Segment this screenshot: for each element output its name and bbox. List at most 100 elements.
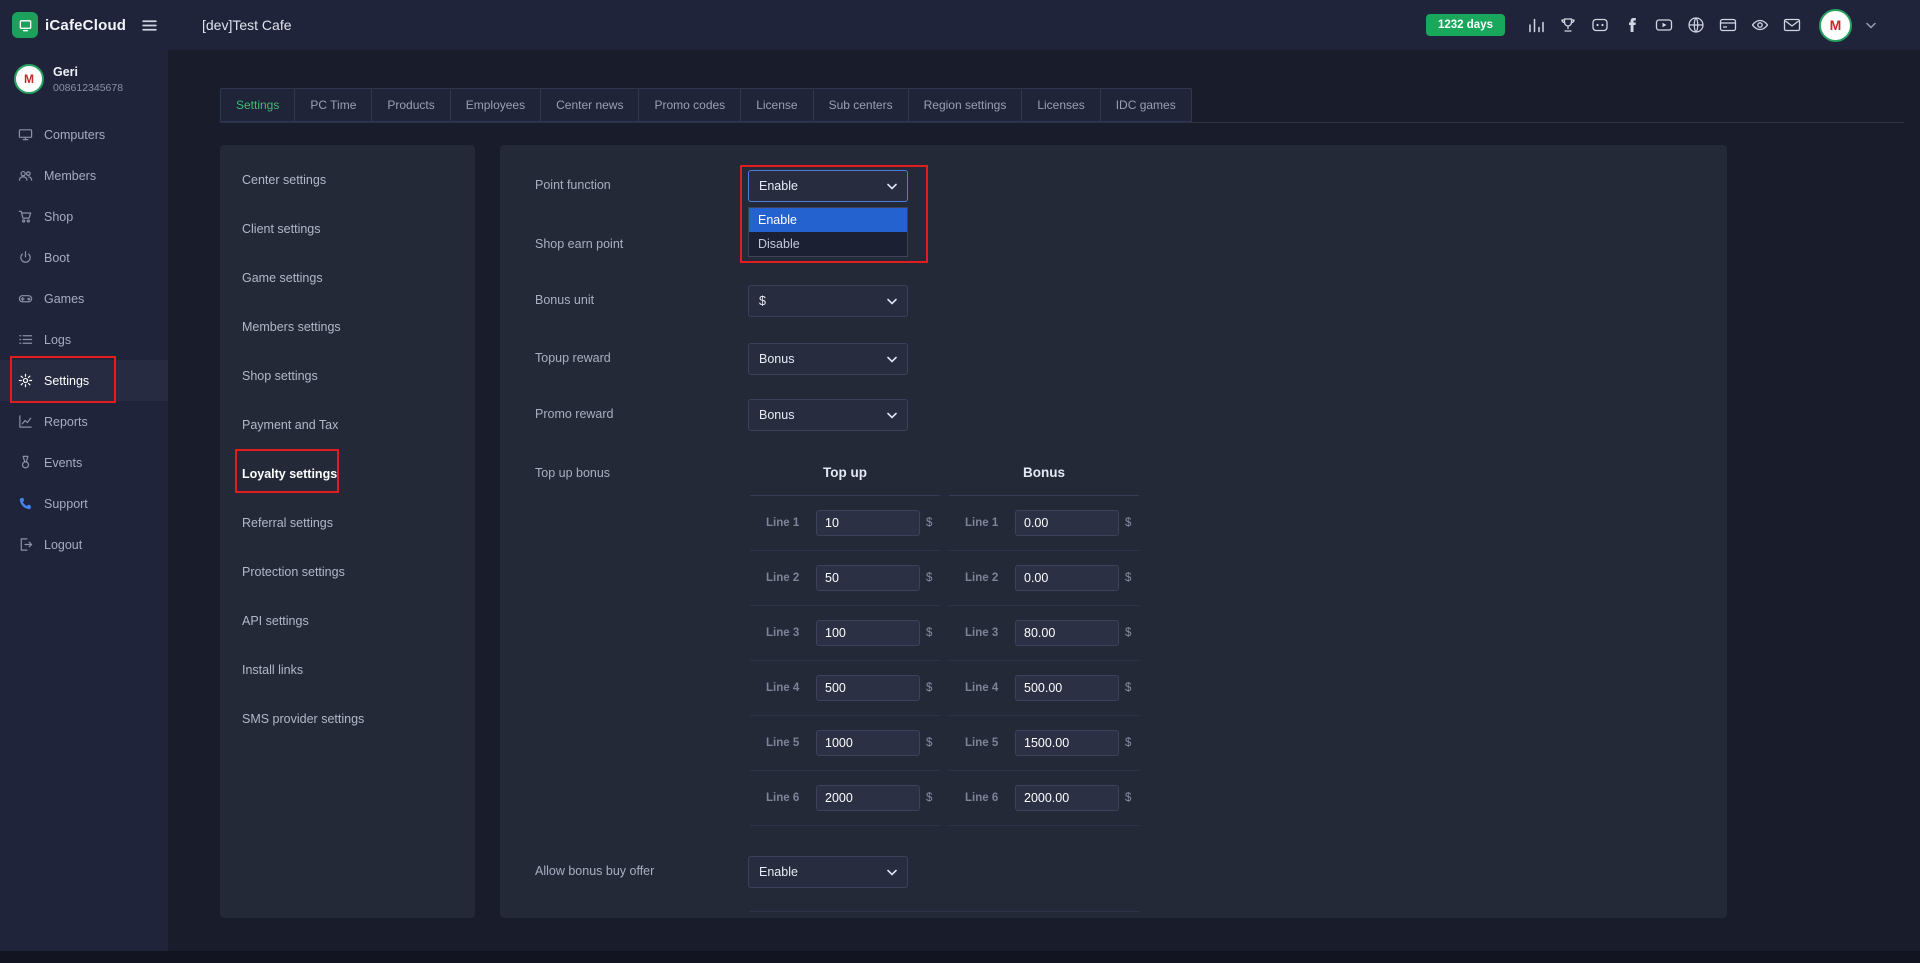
- sidebar-item-shop[interactable]: Shop: [0, 196, 168, 237]
- tab-center-news[interactable]: Center news: [540, 88, 639, 122]
- mail-icon[interactable]: [1783, 16, 1801, 34]
- sidebar-nav: Computers Members Shop Boot Games Logs S…: [0, 114, 168, 565]
- settings-nav-client-settings[interactable]: Client settings: [220, 204, 475, 253]
- currency-suffix: $: [1125, 517, 1131, 529]
- tab-promo-codes[interactable]: Promo codes: [638, 88, 741, 122]
- tab-license[interactable]: License: [740, 88, 813, 122]
- chevron-down-icon: [887, 869, 897, 876]
- brand-name: iCafeCloud: [45, 17, 126, 34]
- card-icon[interactable]: [1719, 16, 1737, 34]
- settings-nav-center-settings[interactable]: Center settings: [220, 155, 475, 204]
- promo-reward-select[interactable]: Bonus: [748, 399, 908, 431]
- sidebar-item-label: Reports: [44, 415, 88, 429]
- topup-line-1-input[interactable]: [816, 510, 920, 536]
- topup-line-3-input[interactable]: [816, 620, 920, 646]
- option-enable[interactable]: Enable: [749, 208, 907, 232]
- sidebar-item-members[interactable]: Members: [0, 155, 168, 196]
- bonus-unit-select[interactable]: $: [748, 285, 908, 317]
- topup-line-4-input[interactable]: [816, 675, 920, 701]
- user-profile[interactable]: M Geri 008612345678: [0, 50, 168, 106]
- settings-nav-install-links[interactable]: Install links: [220, 645, 475, 694]
- youtube-icon[interactable]: [1655, 16, 1673, 34]
- users-icon: [17, 168, 33, 183]
- sidebar-item-label: Support: [44, 497, 88, 511]
- sidebar-item-reports[interactable]: Reports: [0, 401, 168, 442]
- settings-nav-api-settings[interactable]: API settings: [220, 596, 475, 645]
- chevron-down-icon[interactable]: [1866, 22, 1876, 29]
- monitor-icon: [17, 127, 33, 142]
- settings-nav-game-settings[interactable]: Game settings: [220, 253, 475, 302]
- bonus-line-5-input[interactable]: [1015, 730, 1119, 756]
- line-label: Line 5: [965, 737, 1015, 749]
- topup-reward-select[interactable]: Bonus: [748, 343, 908, 375]
- sidebar-item-logout[interactable]: Logout: [0, 524, 168, 565]
- discord-icon[interactable]: [1591, 16, 1609, 34]
- shop-earn-point-label: Shop earn point: [535, 237, 623, 251]
- sidebar-item-label: Logout: [44, 538, 82, 552]
- topup-line-2-input[interactable]: [816, 565, 920, 591]
- facebook-icon[interactable]: [1623, 16, 1641, 34]
- bonus-line-3-input[interactable]: [1015, 620, 1119, 646]
- tab-sub-centers[interactable]: Sub centers: [813, 88, 909, 122]
- settings-nav-protection-settings[interactable]: Protection settings: [220, 547, 475, 596]
- trophy-icon[interactable]: [1559, 16, 1577, 34]
- tab-settings[interactable]: Settings: [220, 88, 295, 122]
- bonus-line-1-input[interactable]: [1015, 510, 1119, 536]
- gamepad-icon: [17, 291, 33, 306]
- sidebar-item-boot[interactable]: Boot: [0, 237, 168, 278]
- bonus-line-row-3: Line 3 $: [949, 606, 1139, 661]
- sidebar-item-label: Members: [44, 169, 96, 183]
- eye-icon[interactable]: [1751, 16, 1769, 34]
- horizontal-scrollbar[interactable]: [0, 951, 1920, 963]
- phone-icon: [17, 496, 33, 511]
- bonus-line-row-5: Line 5 $: [949, 716, 1139, 771]
- currency-suffix: $: [926, 627, 932, 639]
- bonus-line-4-input[interactable]: [1015, 675, 1119, 701]
- topup-line-6-input[interactable]: [816, 785, 920, 811]
- license-days-badge[interactable]: 1232 days: [1426, 14, 1505, 36]
- analytics-icon[interactable]: [1527, 16, 1545, 34]
- bonus-line-6-input[interactable]: [1015, 785, 1119, 811]
- tab-idc-games[interactable]: IDC games: [1100, 88, 1192, 122]
- sidebar-item-label: Shop: [44, 210, 73, 224]
- account-avatar[interactable]: M: [1819, 9, 1852, 42]
- tab-products[interactable]: Products: [371, 88, 450, 122]
- settings-nav-members-settings[interactable]: Members settings: [220, 302, 475, 351]
- topup-reward-value: Bonus: [759, 352, 794, 366]
- sidebar: M Geri 008612345678 Computers Members Sh…: [0, 50, 168, 963]
- tabbar: Settings PC Time Products Employees Cent…: [220, 88, 1904, 123]
- hamburger-menu-button[interactable]: [141, 17, 158, 34]
- point-function-select[interactable]: Enable: [748, 170, 908, 202]
- bonus-line-2-input[interactable]: [1015, 565, 1119, 591]
- settings-nav-referral-settings[interactable]: Referral settings: [220, 498, 475, 547]
- sidebar-item-games[interactable]: Games: [0, 278, 168, 319]
- tab-licenses[interactable]: Licenses: [1021, 88, 1100, 122]
- settings-nav-shop-settings[interactable]: Shop settings: [220, 351, 475, 400]
- topup-line-5-input[interactable]: [816, 730, 920, 756]
- topup-line-row-4: Line 4 $: [750, 661, 940, 716]
- sidebar-item-support[interactable]: Support: [0, 483, 168, 524]
- globe-icon[interactable]: [1687, 16, 1705, 34]
- sidebar-item-computers[interactable]: Computers: [0, 114, 168, 155]
- tab-employees[interactable]: Employees: [450, 88, 541, 122]
- allow-bonus-buy-offer-select[interactable]: Enable: [748, 856, 908, 888]
- option-disable[interactable]: Disable: [749, 232, 907, 256]
- row-divider: [750, 911, 1140, 912]
- tab-region-settings[interactable]: Region settings: [908, 88, 1023, 122]
- settings-nav-loyalty-settings[interactable]: Loyalty settings: [220, 449, 475, 498]
- sidebar-item-events[interactable]: Events: [0, 442, 168, 483]
- settings-nav-payment-and-tax[interactable]: Payment and Tax: [220, 400, 475, 449]
- main-content: Settings PC Time Products Employees Cent…: [168, 50, 1920, 963]
- topup-bonus-label: Top up bonus: [535, 466, 610, 480]
- app-logo-icon[interactable]: [12, 12, 38, 38]
- sidebar-item-logs[interactable]: Logs: [0, 319, 168, 360]
- settings-nav-sms-provider-settings[interactable]: SMS provider settings: [220, 694, 475, 743]
- line-label: Line 4: [965, 682, 1015, 694]
- bonus-line-row-1: Line 1 $: [949, 496, 1139, 551]
- sidebar-item-settings[interactable]: Settings: [0, 360, 168, 401]
- currency-suffix: $: [926, 737, 932, 749]
- topup-line-row-2: Line 2 $: [750, 551, 940, 606]
- line-label: Line 1: [766, 517, 816, 529]
- currency-suffix: $: [926, 792, 932, 804]
- tab-pc-time[interactable]: PC Time: [294, 88, 372, 122]
